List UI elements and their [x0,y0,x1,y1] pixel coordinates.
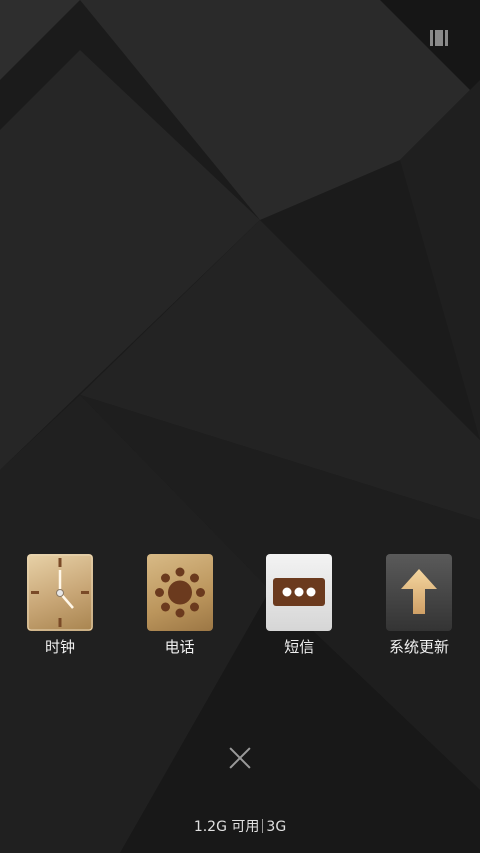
app-row: 时钟 电话 短信 系统更新 [0,554,480,657]
app-label: 时钟 [44,638,75,656]
recent-apps-icon[interactable] [430,30,450,46]
memory-status: 1.2G 可用 3G [0,816,480,836]
update-icon [385,554,452,631]
app-label: 电话 [164,638,195,656]
app-sms[interactable]: 短信 [266,554,333,657]
app-label: 系统更新 [388,638,449,656]
sms-icon [266,554,333,631]
app-system-update[interactable]: 系统更新 [385,554,452,657]
network-type: 3G [266,819,287,835]
app-clock[interactable]: 时钟 [27,554,93,657]
memory-available: 1.2G 可用 [193,819,260,835]
phone-icon [146,554,213,631]
close-icon[interactable] [228,746,252,770]
app-label: 短信 [284,638,315,656]
clock-icon [27,554,93,631]
wallpaper [0,0,480,853]
app-phone[interactable]: 电话 [146,554,213,657]
divider [262,819,264,833]
